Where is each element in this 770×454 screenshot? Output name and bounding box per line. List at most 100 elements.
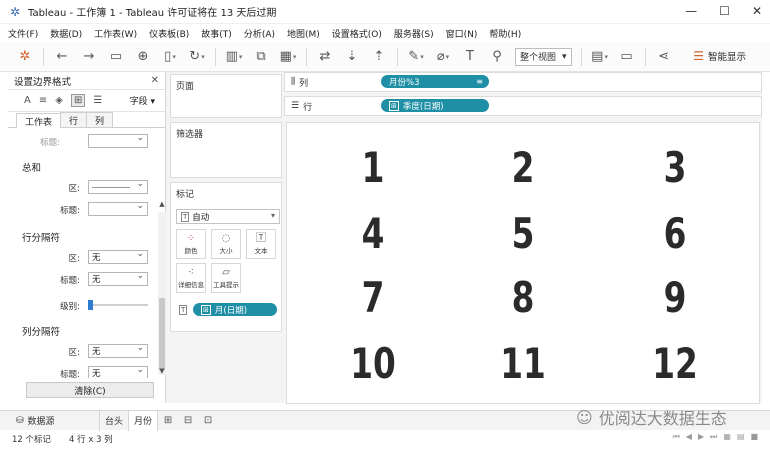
chart-icon[interactable]: ▥	[225, 48, 243, 66]
status-nav: ⏮ ◀ ▶ ⏭ ▦ ▤ ■	[673, 432, 758, 442]
share-icon[interactable]: ⋖	[655, 48, 673, 66]
group-icon[interactable]: ⌀	[434, 48, 452, 66]
prev-sheet-icon[interactable]: ◀	[686, 432, 692, 442]
level-slider[interactable]	[88, 300, 148, 310]
detail-dots-icon: ⁖	[188, 267, 194, 278]
close-button[interactable]: ✕	[752, 4, 762, 18]
menu-dashboard[interactable]: 仪表板(B)	[149, 27, 189, 40]
total-area-dropdown[interactable]	[88, 179, 148, 194]
filters-card[interactable]: 筛选器	[170, 122, 282, 178]
borders-format-icon[interactable]: ⊞	[70, 94, 86, 107]
new-dashboard-icon[interactable]: ⊟	[178, 411, 198, 431]
detail-mark-button[interactable]: ⁖ 详细信息	[176, 263, 206, 293]
marks-type-dropdown[interactable]: T 自动	[176, 209, 280, 224]
refresh-icon[interactable]: ↻	[188, 48, 206, 66]
viz-view[interactable]: 1 2 3 4 5 6 7 8 9 10 11 12	[286, 122, 760, 404]
worksheet-area: ⫼ 列 月份%3 ≡ ☰ 行 ⊞ 季度(日期) 1 2 3 4 5 6 7 8 9 …	[284, 72, 762, 404]
swap-icon[interactable]: ⇄	[316, 48, 334, 66]
row-band-area-dropdown[interactable]: 无	[88, 249, 148, 264]
field-dropdown[interactable]: 字段 ▾	[130, 94, 155, 107]
duplicate-icon[interactable]: ⧉	[252, 48, 270, 66]
menu-file[interactable]: 文件(F)	[8, 27, 38, 40]
scrollbar-thumb[interactable]	[159, 298, 165, 370]
highlight-icon[interactable]: ✎	[407, 48, 425, 66]
maximize-button[interactable]: ☐	[719, 4, 730, 18]
menu-window[interactable]: 窗口(N)	[446, 27, 478, 40]
sort-desc-icon[interactable]: ⇡	[370, 48, 388, 66]
slider-thumb[interactable]	[88, 300, 93, 310]
new-datasource-icon[interactable]: ⊕	[134, 48, 152, 66]
row-band-title-dropdown[interactable]: 无	[88, 271, 148, 286]
presentation-icon[interactable]: ▭	[618, 48, 636, 66]
grid-view-icon[interactable]: ▦	[723, 432, 731, 442]
size-mark-button[interactable]: ◌ 大小	[211, 229, 241, 259]
cell-value: 11	[500, 339, 546, 388]
font-format-icon[interactable]: A	[24, 95, 31, 106]
menu-map[interactable]: 地图(M)	[287, 27, 320, 40]
fit-select[interactable]: 整个视图 ▾	[515, 47, 572, 66]
new-worksheet-icon[interactable]: ⊞	[158, 411, 178, 431]
tooltip-mark-button[interactable]: ▱ 工具提示	[211, 263, 241, 293]
filmstrip-view-icon[interactable]: ▤	[737, 432, 745, 442]
rows-shelf-icon: ☰	[291, 101, 300, 111]
clear-sheet-icon[interactable]: ▦	[279, 48, 297, 66]
last-sheet-icon[interactable]: ⏭	[710, 432, 717, 442]
format-pane-scrollbar[interactable]: ▲ ▼	[158, 200, 166, 375]
format-borders-pane: 设置边界格式 ✕ A ≡ ◈ ⊞ ☰ 字段 ▾ 工作表 行 列 标题: 总和 区…	[8, 72, 166, 403]
rows-cols-count: 4 行 x 3 列	[69, 434, 113, 445]
rows-pill[interactable]: ⊞ 季度(日期)	[381, 99, 489, 112]
smart-display-button[interactable]: ☰ 智能显示	[693, 49, 746, 63]
datasource-tab[interactable]: ⛁ 数据源	[0, 410, 100, 431]
smart-display-icon: ☰	[693, 49, 704, 63]
minimize-button[interactable]: —	[685, 4, 697, 18]
sort-asc-icon[interactable]: ⇣	[343, 48, 361, 66]
pin-icon[interactable]: ⚲	[488, 48, 506, 66]
color-mark-button[interactable]: ⁘ 颜色	[176, 229, 206, 259]
marks-month-pill[interactable]: ⊞ 月(日期)	[193, 303, 277, 316]
text-mark-button[interactable]: 🅃 文本	[246, 229, 276, 259]
cell-value: 7	[361, 273, 385, 322]
rows-shelf[interactable]: ☰ 行 ⊞ 季度(日期)	[284, 96, 762, 116]
total-title-dropdown[interactable]	[88, 201, 148, 216]
total-area-label: 区:	[68, 184, 80, 194]
menu-analysis[interactable]: 分析(A)	[244, 27, 275, 40]
menu-format[interactable]: 设置格式(O)	[332, 27, 382, 40]
menu-server[interactable]: 服务器(S)	[394, 27, 434, 40]
marks-count: 12 个标记	[12, 434, 52, 445]
menu-help[interactable]: 帮助(H)	[489, 27, 521, 40]
save-icon[interactable]: ▭	[107, 48, 125, 66]
new-worksheet-icon[interactable]: ▯	[161, 48, 179, 66]
columns-shelf[interactable]: ⫼ 列 月份%3 ≡	[284, 72, 762, 92]
sheet-tab-active[interactable]: 月份	[128, 410, 159, 431]
show-cards-icon[interactable]: ▤	[591, 48, 609, 66]
menu-worksheet[interactable]: 工作表(W)	[94, 27, 137, 40]
undo-icon[interactable]: ←	[53, 48, 71, 66]
menu-story[interactable]: 故事(T)	[201, 27, 232, 40]
new-story-icon[interactable]: ⊡	[198, 411, 218, 431]
tableau-home-icon[interactable]: ✲	[16, 48, 34, 66]
cut-title-dropdown[interactable]	[88, 133, 148, 148]
label-icon[interactable]: T	[461, 48, 479, 66]
cell-value: 4	[361, 209, 385, 258]
row-band-section-title: 行分隔符	[22, 233, 61, 244]
clear-button[interactable]: 清除(C)	[26, 382, 154, 398]
shading-format-icon[interactable]: ◈	[55, 95, 63, 106]
lines-format-icon[interactable]: ☰	[93, 95, 102, 106]
sheet-tab[interactable]: 台头	[100, 411, 128, 431]
first-sheet-icon[interactable]: ⏮	[673, 432, 680, 442]
col-band-title-dropdown[interactable]: 无	[88, 365, 148, 378]
tab-sheet[interactable]: 工作表	[16, 113, 62, 128]
tab-columns[interactable]: 列	[86, 112, 114, 127]
tabs-view-icon[interactable]: ■	[750, 432, 758, 442]
align-format-icon[interactable]: ≡	[39, 95, 47, 106]
scroll-up-icon[interactable]: ▲	[158, 200, 166, 208]
scroll-down-icon[interactable]: ▼	[158, 367, 166, 375]
menu-data[interactable]: 数据(D)	[50, 27, 82, 40]
pages-card[interactable]: 页面	[170, 74, 282, 118]
next-sheet-icon[interactable]: ▶	[698, 432, 704, 442]
redo-icon[interactable]: →	[80, 48, 98, 66]
close-icon[interactable]: ✕	[151, 75, 159, 86]
tab-rows[interactable]: 行	[60, 112, 88, 127]
col-band-area-dropdown[interactable]: 无	[88, 343, 148, 358]
columns-pill[interactable]: 月份%3 ≡	[381, 75, 489, 88]
